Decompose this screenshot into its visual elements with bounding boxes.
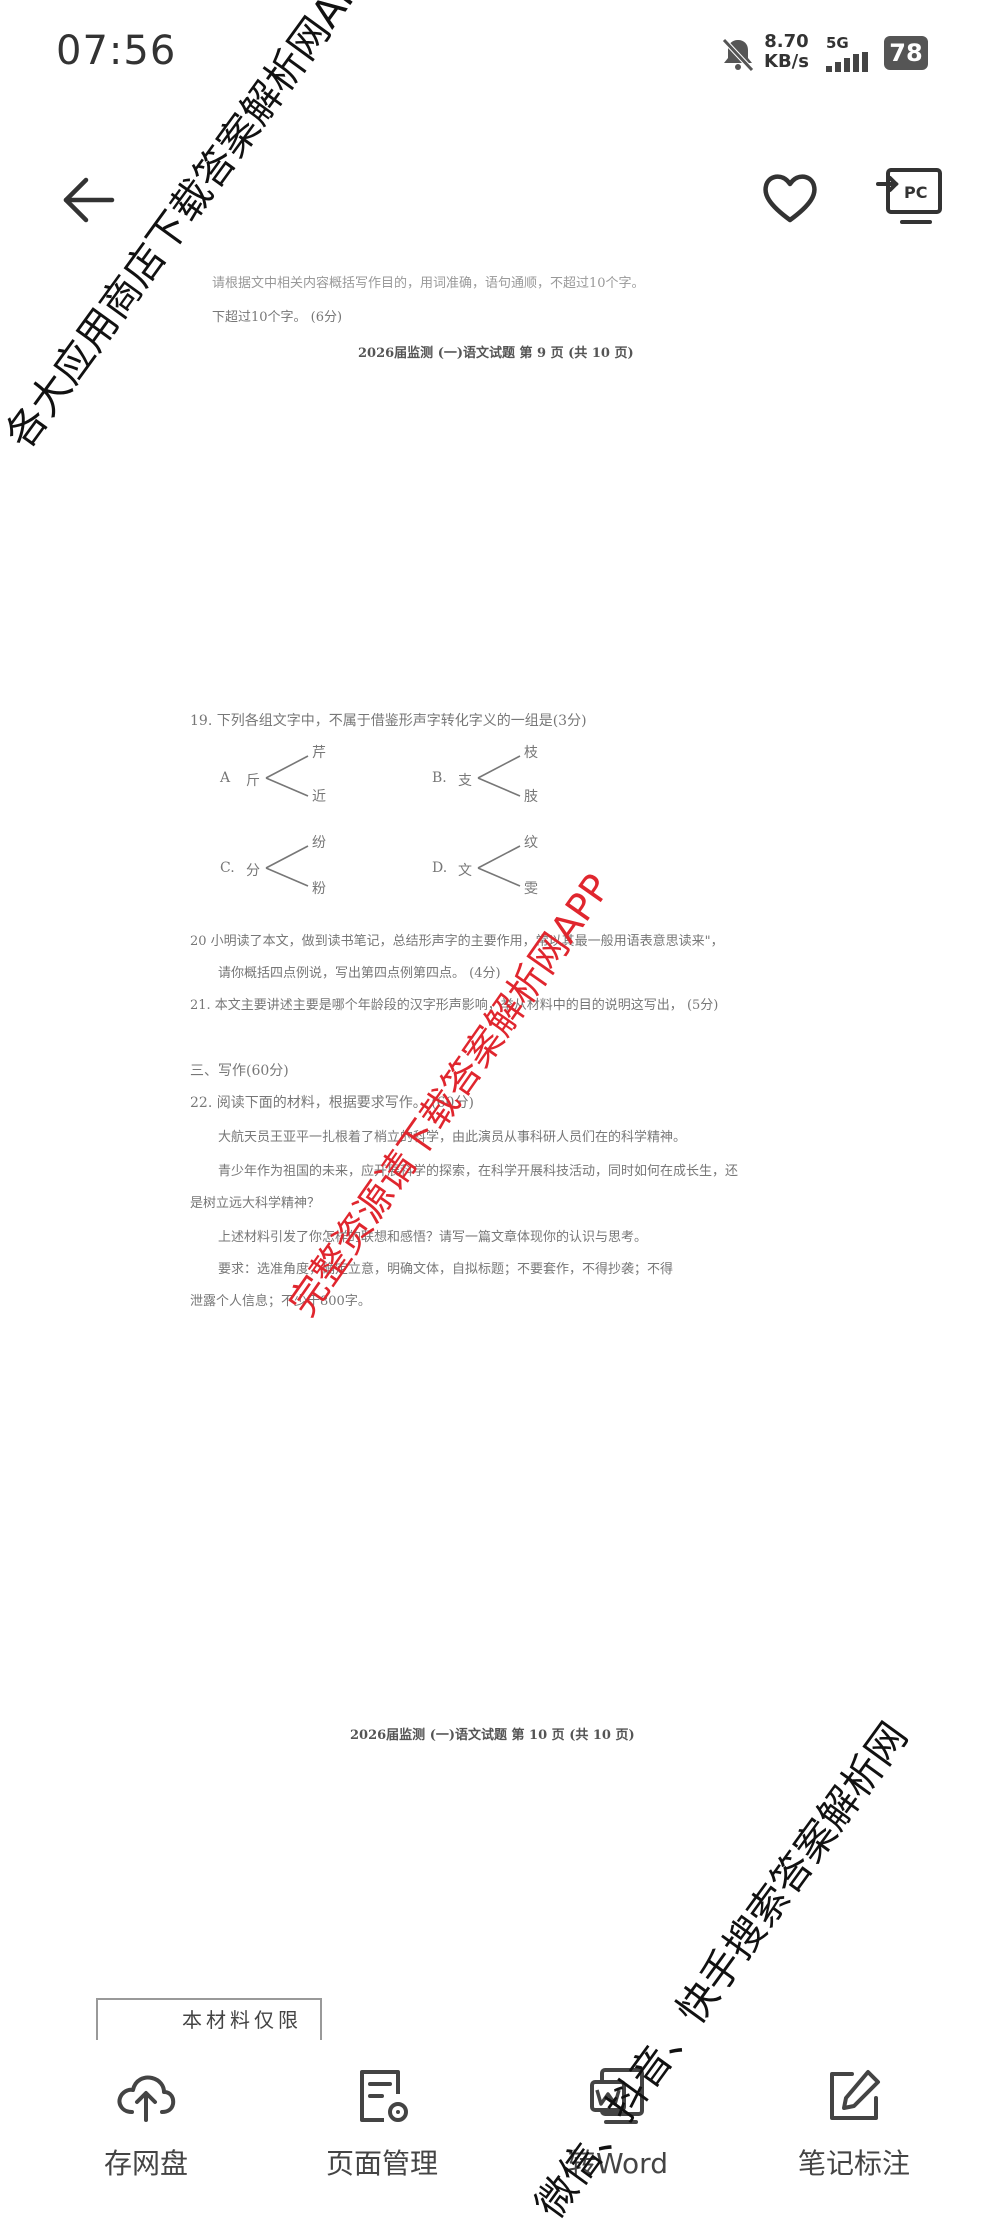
page-footer: 2026届监测 (一)语文试题 第 9 页 (共 10 页) xyxy=(358,346,634,361)
restriction-stamp: 本材料仅限 xyxy=(96,1998,322,2040)
page-footer: 2026届监测 (一)语文试题 第 10 页 (共 10 页) xyxy=(350,1728,635,1743)
toolbar-label: 存网盘 xyxy=(103,2147,188,2180)
option-upper: 纹 xyxy=(524,835,538,851)
question-20: 20 小明读了本文，做到读书笔记，总结形声字的主要作用，常以其最一般用语表意思读… xyxy=(190,934,724,949)
save-to-cloud-button[interactable]: 存网盘 xyxy=(46,2064,246,2204)
toolbar-label: 笔记标注 xyxy=(797,2147,910,2180)
option-label: B. xyxy=(432,770,447,786)
fork-lines xyxy=(265,845,309,887)
option-upper: 枝 xyxy=(524,745,538,761)
signal-icon xyxy=(826,52,868,72)
note-annotate-button[interactable]: 笔记标注 xyxy=(754,2064,954,2204)
question-20-cont: 请你概括四点例说，写出第四点例第四点。 (4分) xyxy=(218,966,501,981)
battery-indicator: 78 xyxy=(884,36,928,70)
edit-note-icon xyxy=(830,2070,880,2120)
question-19: 19. 下列各组文字中，不属于借鉴形声字转化字义的一组是(3分) xyxy=(190,713,587,729)
doc-line: 下超过10个字。 (6分) xyxy=(212,310,343,325)
status-time: 07:56 xyxy=(56,28,177,74)
fork-lines xyxy=(477,755,521,797)
heart-icon[interactable] xyxy=(758,166,822,230)
doc-line: 青少年作为祖国的未来，应开展科学的探索，在科学开展科技活动，同时如何在成长生，还 xyxy=(218,1164,739,1179)
doc-line: 是树立远大科学精神？ xyxy=(190,1196,321,1211)
option-label: D. xyxy=(432,860,448,876)
option-lower: 肢 xyxy=(524,789,538,805)
network-speed: 8.70 KB/s xyxy=(764,32,809,72)
cast-to-pc-icon[interactable]: PC xyxy=(874,164,944,230)
option-label: C. xyxy=(220,860,235,876)
pc-label: PC xyxy=(904,183,927,202)
doc-line: 请根据文中相关内容概括写作目的，用词准确，语句通顺，不超过10个字。 xyxy=(212,276,645,291)
question-21: 21. 本文主要讲述主要是哪个年龄段的汉字形声影响，举从材料中的目的说明这写出，… xyxy=(190,998,719,1013)
network-speed-unit: KB/s xyxy=(764,51,809,72)
option-lower: 粉 xyxy=(312,881,326,897)
option-lower: 近 xyxy=(312,789,326,805)
network-type: 5G xyxy=(826,34,849,52)
arrow-left-icon[interactable] xyxy=(56,168,120,232)
page-settings-icon xyxy=(360,2070,408,2122)
option-upper: 芹 xyxy=(312,745,326,761)
option-label: A xyxy=(220,770,231,786)
fork-lines xyxy=(477,845,521,887)
page-manage-button[interactable]: 页面管理 xyxy=(282,2064,482,2204)
option-lower: 雯 xyxy=(524,881,538,897)
bell-muted-icon xyxy=(722,38,754,72)
option-upper: 纷 xyxy=(312,835,326,851)
toolbar-label: 页面管理 xyxy=(325,2147,438,2180)
section-title: 三、写作(60分) xyxy=(190,1063,289,1079)
bottom-toolbar: 存网盘 页面管理 转Word 笔记标注 xyxy=(0,2040,1000,2222)
option-root: 斤 xyxy=(246,773,260,789)
fork-lines xyxy=(265,755,309,797)
doc-line: 上述材料引发了你怎样的联想和感悟？请写一篇文章体现你的认识与思考。 xyxy=(218,1230,648,1245)
network-speed-value: 8.70 xyxy=(764,31,809,52)
status-bar: 07:56 8.70 KB/s 5G 78 xyxy=(0,0,1000,110)
cloud-upload-icon xyxy=(117,2075,176,2122)
option-root: 文 xyxy=(458,863,472,879)
option-root: 支 xyxy=(458,773,472,789)
option-root: 分 xyxy=(246,863,260,879)
